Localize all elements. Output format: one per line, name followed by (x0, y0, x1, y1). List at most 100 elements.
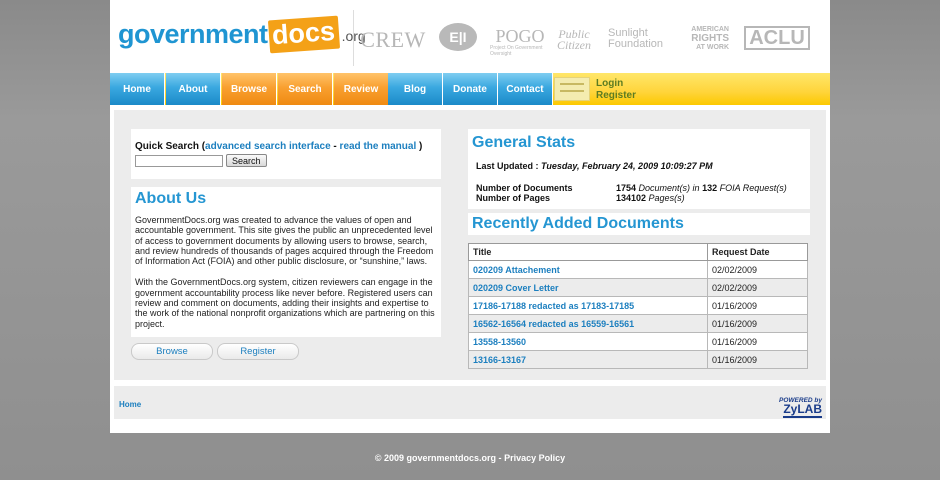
nav-tab-home[interactable]: Home (110, 73, 165, 105)
table-header-row: Title Request Date (468, 243, 808, 261)
about-paragraph-1: GovernmentDocs.org was created to advanc… (135, 215, 434, 267)
column-header-request-date: Request Date (707, 243, 808, 261)
documents-count-label: Number of Documents (476, 183, 573, 193)
nav-tab-about[interactable]: About (166, 73, 221, 105)
foia-count: 132 (702, 183, 718, 193)
table-row: 13166-13167 01/16/2009 (468, 350, 808, 369)
read-manual-link[interactable]: read the manual (340, 141, 417, 152)
last-updated: Last Updated : Tuesday, February 24, 200… (476, 161, 802, 171)
register-button[interactable]: Register (217, 342, 299, 360)
register-link[interactable]: Register (596, 90, 636, 102)
table-cell-date: 02/02/2009 (707, 278, 808, 297)
table-cell-title: 17186-17188 redacted as 17183-17185 (468, 296, 708, 315)
documents-count-value: 1754 Document(s) in 132 FOIA Request(s) (616, 183, 802, 193)
table-row: 16562-16564 redacted as 16559-16561 01/1… (468, 314, 808, 333)
last-updated-label: Last Updated : (476, 161, 542, 171)
quick-search-button[interactable]: Search (226, 154, 267, 167)
partner-aclu-text: ACLU (744, 26, 810, 50)
document-link[interactable]: 13558-13560 (473, 337, 526, 347)
about-paragraph-2: With the GovernmentDocs.org system, citi… (135, 277, 435, 329)
about-text: GovernmentDocs.org was created to advanc… (131, 211, 441, 337)
page-container: government docs .org CREW E|I POGO Proje… (110, 0, 830, 433)
main-nav: Home About Browse Search Review Blog Don… (110, 73, 830, 105)
column-header-title: Title (468, 243, 708, 261)
copyright-line: © 2009 governmentdocs.org - Privacy Poli… (0, 453, 940, 463)
partner-crew-text: CREW (360, 27, 426, 52)
stats-table: Number of Documents 1754 Document(s) in … (476, 183, 802, 203)
logo-text-docs: docs (267, 15, 340, 53)
about-title: About Us (131, 187, 441, 211)
partner-logo-sunlight[interactable]: Sunlight Foundation (608, 26, 664, 52)
footer-bar: Home POWERED by ZyLAB (114, 386, 826, 419)
table-row: 13558-13560 01/16/2009 (468, 332, 808, 351)
logo-text-main: government (118, 18, 268, 49)
table-cell-date: 01/16/2009 (707, 314, 808, 333)
partner-logo-public-citizen[interactable]: Public Citizen (554, 26, 594, 54)
partner-logo-crew[interactable]: CREW (359, 27, 427, 53)
nav-tab-search[interactable]: Search (278, 73, 333, 105)
document-link[interactable]: 020209 Attachement (473, 265, 560, 275)
table-cell-date: 01/16/2009 (707, 350, 808, 369)
copyright-text: © 2009 governmentdocs.org - (374, 453, 505, 463)
table-cell-title: 020209 Attachement (468, 260, 708, 279)
partner-pogo-text: POGO (495, 25, 545, 46)
table-cell-title: 16562-16564 redacted as 16559-16561 (468, 314, 708, 333)
quick-search-panel: Quick Search (advanced search interface … (131, 129, 441, 179)
partner-logo-american-rights-at-work[interactable]: AMERICAN RIGHTS AT WORK (671, 24, 729, 54)
header-divider (353, 10, 354, 66)
partner-logo-aclu[interactable]: ACLU (744, 24, 810, 52)
quick-search-row: Search (135, 154, 437, 167)
browse-button[interactable]: Browse (131, 342, 213, 360)
zylab-brand: ZyLAB (783, 402, 822, 418)
quick-search-label-row: Quick Search (advanced search interface … (135, 141, 437, 152)
recently-added-title: Recently Added Documents (468, 213, 810, 235)
table-cell-date: 01/16/2009 (707, 296, 808, 315)
document-link[interactable]: 16562-16564 redacted as 16559-16561 (473, 319, 634, 329)
partner-pogo-subtitle: Project On Government Oversight (490, 44, 543, 57)
footer-home-link[interactable]: Home (119, 400, 141, 409)
pages-count: 134102 (616, 193, 647, 203)
login-form-icon (554, 77, 590, 101)
quick-search-separator: - (330, 141, 340, 152)
nav-tab-review[interactable]: Review (334, 73, 389, 105)
nav-tab-donate[interactable]: Donate (443, 73, 498, 105)
document-link[interactable]: 17186-17188 redacted as 17183-17185 (473, 301, 634, 311)
general-stats-title: General Stats (468, 129, 810, 157)
site-logo[interactable]: government docs .org (118, 14, 366, 54)
table-row: 020209 Cover Letter 02/02/2009 (468, 278, 808, 297)
privacy-policy-link[interactable]: Privacy Policy (504, 453, 565, 463)
left-column: Quick Search (advanced search interface … (131, 129, 441, 360)
login-icon-line (560, 90, 584, 92)
table-cell-title: 13166-13167 (468, 350, 708, 369)
table-cell-title: 020209 Cover Letter (468, 278, 708, 297)
last-updated-value: Tuesday, February 24, 2009 10:09:27 PM (541, 161, 713, 171)
advanced-search-link[interactable]: advanced search interface (205, 141, 331, 152)
documents-count: 1754 (616, 183, 637, 193)
document-link[interactable]: 13166-13167 (473, 355, 526, 365)
account-links: Login Register (596, 78, 636, 102)
documents-count-mid: Document(s) in (636, 183, 703, 193)
general-stats-panel: Last Updated : Tuesday, February 24, 200… (468, 157, 810, 209)
pages-count-label: Number of Pages (476, 193, 551, 203)
quick-search-label: Quick Search (135, 141, 199, 152)
partner-logo-ei[interactable]: E|I (439, 22, 477, 52)
partner-citizen-line2: Citizen (556, 38, 591, 52)
partner-arw-line2: RIGHTS (691, 33, 729, 44)
table-cell-date: 02/02/2009 (707, 260, 808, 279)
site-header: government docs .org CREW E|I POGO Proje… (110, 0, 830, 73)
login-link[interactable]: Login (596, 78, 636, 90)
pages-count-value: 134102 Pages(s) (616, 193, 802, 203)
about-actions: Browse Register (131, 342, 441, 360)
partner-ei-badge: E|I (439, 23, 477, 51)
powered-by-zylab-logo[interactable]: POWERED by ZyLAB (779, 396, 822, 418)
pages-count-suffix: Pages(s) (646, 193, 685, 203)
document-link[interactable]: 020209 Cover Letter (473, 283, 559, 293)
recent-documents-table: Title Request Date 020209 Attachement 02… (468, 243, 808, 369)
table-cell-date: 01/16/2009 (707, 332, 808, 351)
nav-tab-blog[interactable]: Blog (388, 73, 443, 105)
table-cell-title: 13558-13560 (468, 332, 708, 351)
nav-tab-contact[interactable]: Contact (498, 73, 553, 105)
nav-tab-browse[interactable]: Browse (222, 73, 277, 105)
partner-logo-pogo[interactable]: POGO Project On Government Oversight (490, 25, 550, 57)
quick-search-input[interactable] (135, 154, 223, 167)
